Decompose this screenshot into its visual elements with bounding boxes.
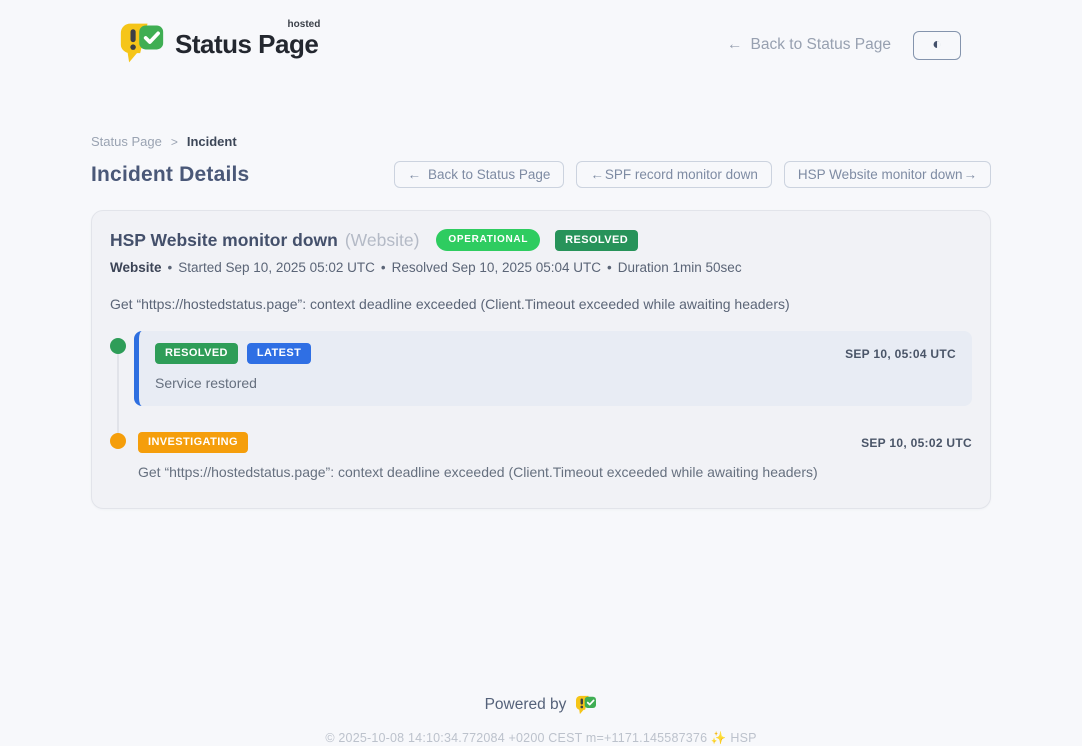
latest-badge: LATEST: [247, 343, 311, 364]
page-title: Incident Details: [91, 163, 394, 187]
logo-title: Status Page: [175, 29, 318, 59]
operational-status-badge: OPERATIONAL: [436, 229, 540, 251]
powered-by-label: Powered by: [485, 696, 567, 714]
incident-component: (Website): [345, 230, 420, 251]
status-page-logo-icon: [119, 21, 165, 70]
next-incident-button[interactable]: HSP Website monitor down →: [784, 161, 991, 188]
contrast-icon: ◐: [932, 37, 942, 53]
incident-card: HSP Website monitor down (Website) OPERA…: [91, 210, 991, 509]
copyright-brand: HSP: [730, 731, 756, 745]
timeline-message: Service restored: [155, 375, 956, 391]
timeline-dot-investigating: [110, 433, 126, 449]
incident-description: Get “https://hostedstatus.page”: context…: [110, 296, 972, 312]
back-link-label: Back to Status Page: [751, 36, 891, 54]
breadcrumb: Status Page > Incident: [91, 134, 991, 149]
meta-started: Started Sep 10, 2025 05:02 UTC: [178, 260, 375, 275]
incident-timeline: RESOLVED LATEST SEP 10, 05:04 UTC Servic…: [110, 331, 972, 480]
page-footer: Powered by © 2025-10-08 14:10:34.772084 …: [91, 695, 991, 746]
top-header: Status Page hosted ← Back to Status Page…: [91, 0, 991, 76]
status-page-logo[interactable]: Status Page hosted: [119, 21, 318, 70]
resolved-state-badge: RESOLVED: [555, 230, 638, 251]
timeline-dot-resolved: [110, 338, 126, 354]
timeline-timestamp: SEP 10, 05:04 UTC: [845, 347, 956, 361]
meta-duration: Duration 1min 50sec: [618, 260, 742, 275]
breadcrumb-separator: >: [171, 135, 178, 149]
timeline-timestamp: SEP 10, 05:02 UTC: [861, 436, 972, 450]
header-back-to-status-page-link[interactable]: ← Back to Status Page: [727, 36, 891, 54]
incident-nav-buttons: ← Back to Status Page ← SPF record monit…: [394, 161, 991, 188]
back-to-status-page-button[interactable]: ← Back to Status Page: [394, 161, 565, 188]
logo-superscript: hosted: [288, 19, 321, 30]
breadcrumb-incident: Incident: [187, 134, 237, 149]
powered-by-link[interactable]: Powered by: [485, 695, 598, 715]
copyright-line: © 2025-10-08 14:10:34.772084 +0200 CEST …: [91, 731, 991, 746]
meta-resolved: Resolved Sep 10, 2025 05:04 UTC: [392, 260, 601, 275]
incident-meta: Website • Started Sep 10, 2025 05:02 UTC…: [110, 260, 972, 275]
meta-component: Website: [110, 260, 162, 275]
copyright-text: © 2025-10-08 14:10:34.772084 +0200 CEST …: [325, 731, 707, 745]
breadcrumb-status-page[interactable]: Status Page: [91, 134, 162, 149]
incident-title: HSP Website monitor down: [110, 230, 338, 251]
previous-incident-button[interactable]: ← SPF record monitor down: [576, 161, 772, 188]
sparkle-icon: ✨: [711, 731, 727, 745]
timeline-entry-resolved: RESOLVED LATEST SEP 10, 05:04 UTC Servic…: [110, 331, 972, 406]
theme-toggle-button[interactable]: ◐: [913, 31, 961, 60]
status-page-mini-logo-icon: [575, 695, 597, 715]
investigating-badge: INVESTIGATING: [138, 432, 248, 453]
timeline-highlight-box: RESOLVED LATEST SEP 10, 05:04 UTC Servic…: [134, 331, 972, 406]
arrow-right-icon: →: [964, 167, 978, 182]
arrow-left-icon: ←: [408, 167, 422, 182]
timeline-entry-investigating: INVESTIGATING SEP 10, 05:02 UTC Get “htt…: [110, 432, 972, 480]
main-content: Status Page > Incident Incident Details …: [91, 134, 991, 746]
arrow-left-icon: ←: [727, 36, 743, 54]
resolved-badge: RESOLVED: [155, 343, 238, 364]
timeline-message: Get “https://hostedstatus.page”: context…: [138, 464, 972, 480]
arrow-left-icon: ←: [590, 167, 604, 182]
